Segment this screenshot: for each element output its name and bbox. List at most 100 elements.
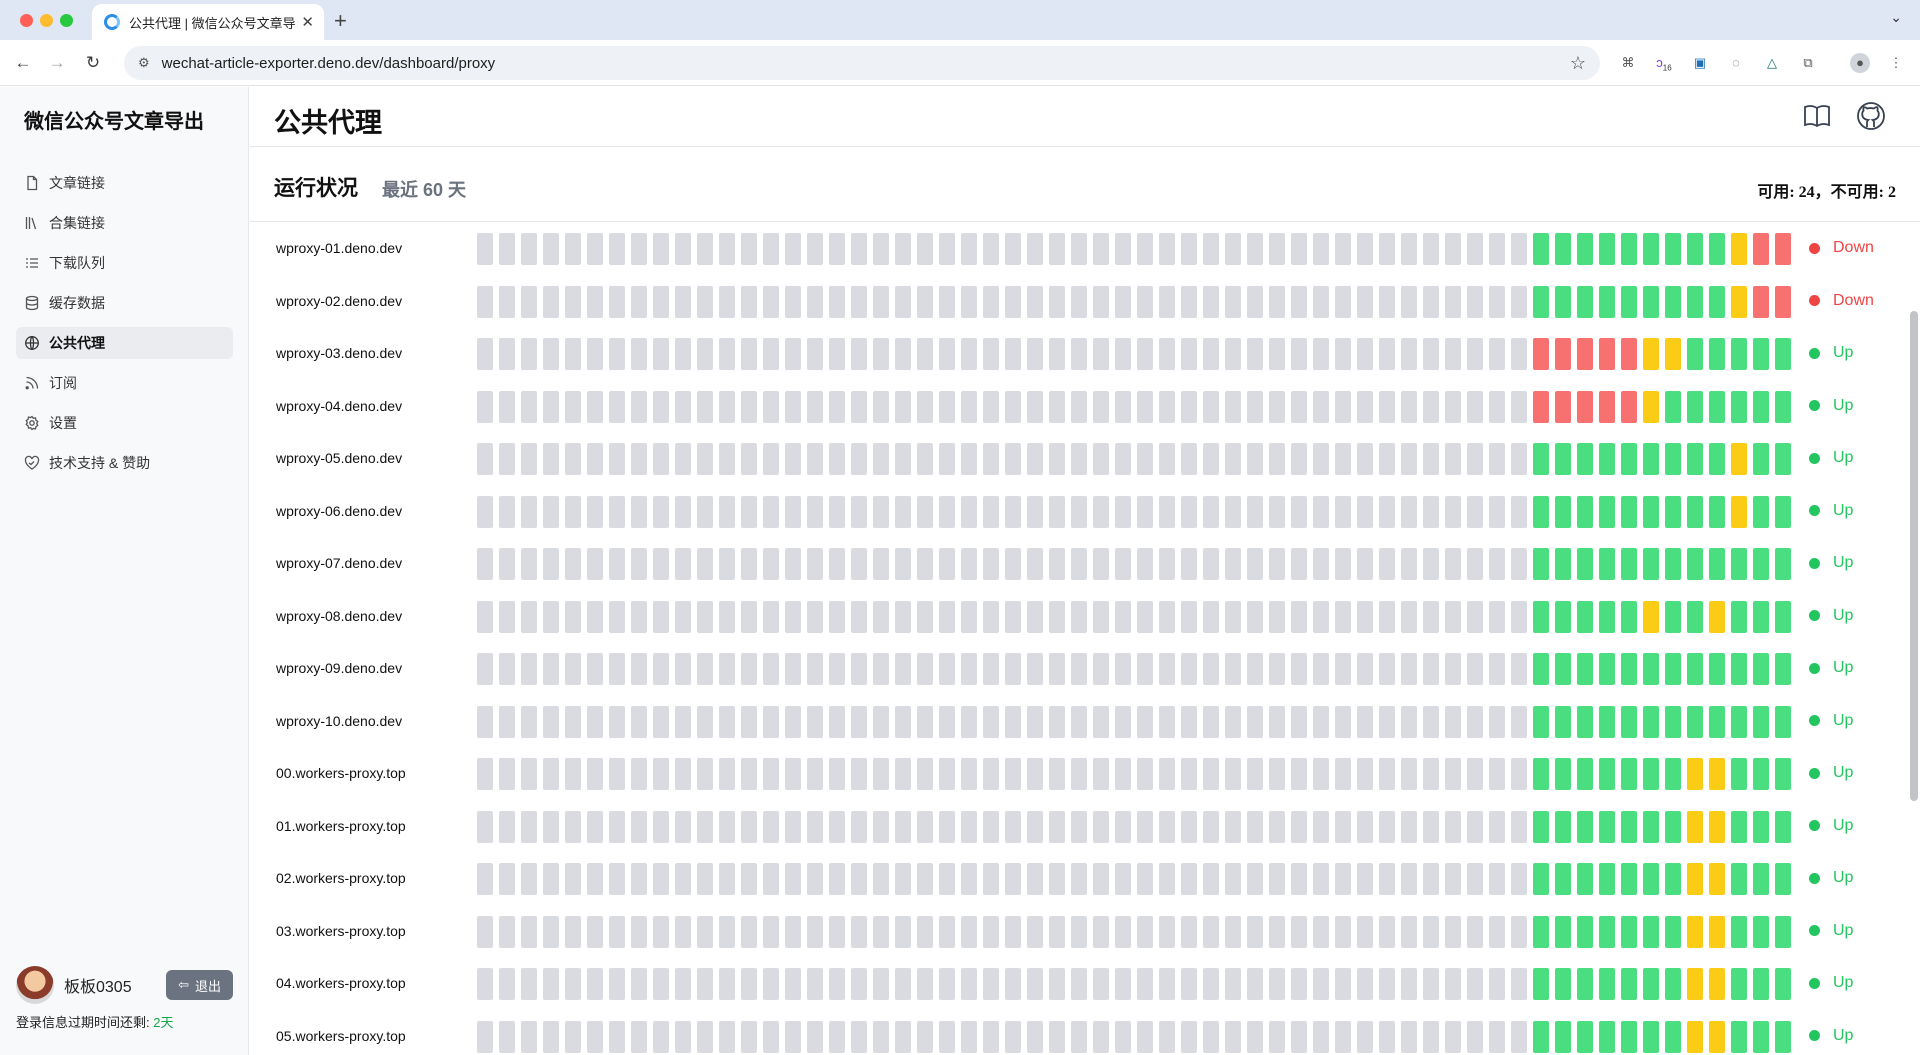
- uptime-bar[interactable]: [1599, 443, 1615, 475]
- uptime-bar[interactable]: [1203, 600, 1219, 633]
- uptime-bar[interactable]: [499, 705, 515, 738]
- uptime-bar[interactable]: [939, 1020, 955, 1053]
- uptime-bar[interactable]: [1027, 548, 1043, 580]
- uptime-bar[interactable]: [1071, 285, 1087, 318]
- uptime-bar[interactable]: [1401, 1020, 1417, 1053]
- uptime-bar[interactable]: [1709, 758, 1725, 790]
- uptime-bar[interactable]: [1203, 390, 1219, 423]
- uptime-bar[interactable]: [961, 338, 977, 370]
- uptime-bar[interactable]: [1555, 705, 1571, 738]
- uptime-bar[interactable]: [1599, 705, 1615, 738]
- uptime-bar[interactable]: [697, 758, 713, 790]
- uptime-bar[interactable]: [543, 338, 559, 370]
- uptime-bar[interactable]: [1335, 863, 1351, 895]
- uptime-bar[interactable]: [741, 233, 757, 265]
- uptime-bar[interactable]: [1709, 233, 1725, 265]
- uptime-bar[interactable]: [763, 705, 779, 738]
- uptime-bar[interactable]: [1533, 968, 1549, 1000]
- uptime-bar[interactable]: [499, 915, 515, 948]
- uptime-bar[interactable]: [1335, 600, 1351, 633]
- uptime-bar[interactable]: [917, 968, 933, 1000]
- uptime-bar[interactable]: [1775, 495, 1791, 528]
- uptime-bar[interactable]: [1445, 338, 1461, 370]
- uptime-bar[interactable]: [1467, 653, 1483, 685]
- uptime-bar[interactable]: [1753, 810, 1769, 843]
- uptime-bar[interactable]: [675, 1020, 691, 1053]
- uptime-bar[interactable]: [1775, 285, 1791, 318]
- uptime-bar[interactable]: [697, 285, 713, 318]
- uptime-bar[interactable]: [763, 390, 779, 423]
- uptime-bar[interactable]: [1423, 233, 1439, 265]
- uptime-bar[interactable]: [1401, 653, 1417, 685]
- uptime-bar[interactable]: [1137, 810, 1153, 843]
- uptime-bar[interactable]: [1401, 390, 1417, 423]
- uptime-bar[interactable]: [1511, 915, 1527, 948]
- uptime-bar[interactable]: [1467, 600, 1483, 633]
- uptime-bar[interactable]: [1005, 390, 1021, 423]
- uptime-bar[interactable]: [1071, 390, 1087, 423]
- uptime-bar[interactable]: [961, 495, 977, 528]
- uptime-bar[interactable]: [543, 1020, 559, 1053]
- uptime-bar[interactable]: [1291, 338, 1307, 370]
- uptime-bar[interactable]: [1203, 968, 1219, 1000]
- uptime-bar[interactable]: [1445, 810, 1461, 843]
- uptime-bar[interactable]: [1665, 968, 1681, 1000]
- uptime-bar[interactable]: [917, 915, 933, 948]
- uptime-bar[interactable]: [1005, 548, 1021, 580]
- uptime-bar[interactable]: [1049, 600, 1065, 633]
- uptime-bar[interactable]: [1335, 810, 1351, 843]
- uptime-bar[interactable]: [1093, 968, 1109, 1000]
- uptime-bar[interactable]: [609, 338, 625, 370]
- uptime-bar[interactable]: [1335, 705, 1351, 738]
- uptime-bar[interactable]: [1643, 968, 1659, 1000]
- uptime-bar[interactable]: [521, 653, 537, 685]
- uptime-bar[interactable]: [477, 338, 493, 370]
- uptime-bar[interactable]: [917, 338, 933, 370]
- new-tab-button[interactable]: +: [334, 8, 347, 34]
- uptime-bar[interactable]: [1247, 338, 1263, 370]
- uptime-bar[interactable]: [1093, 1020, 1109, 1053]
- uptime-bar[interactable]: [1445, 285, 1461, 318]
- uptime-bar[interactable]: [609, 233, 625, 265]
- uptime-bar[interactable]: [719, 338, 735, 370]
- uptime-bar[interactable]: [895, 863, 911, 895]
- uptime-bar[interactable]: [1291, 390, 1307, 423]
- uptime-bar[interactable]: [829, 390, 845, 423]
- uptime-bar[interactable]: [1269, 548, 1285, 580]
- uptime-bar[interactable]: [1687, 338, 1703, 370]
- uptime-bar[interactable]: [1489, 758, 1505, 790]
- uptime-bar[interactable]: [1731, 285, 1747, 318]
- uptime-bar[interactable]: [1313, 390, 1329, 423]
- uptime-bar[interactable]: [499, 548, 515, 580]
- uptime-bar[interactable]: [1269, 915, 1285, 948]
- uptime-bar[interactable]: [1577, 968, 1593, 1000]
- uptime-bar[interactable]: [565, 653, 581, 685]
- uptime-bar[interactable]: [1533, 548, 1549, 580]
- uptime-bar[interactable]: [785, 758, 801, 790]
- uptime-bar[interactable]: [939, 600, 955, 633]
- uptime-bar[interactable]: [873, 443, 889, 475]
- uptime-bar[interactable]: [1005, 968, 1021, 1000]
- uptime-bar[interactable]: [1225, 285, 1241, 318]
- uptime-bar[interactable]: [1533, 600, 1549, 633]
- uptime-bar[interactable]: [1115, 705, 1131, 738]
- uptime-bar[interactable]: [587, 548, 603, 580]
- uptime-bar[interactable]: [1687, 390, 1703, 423]
- uptime-bar[interactable]: [1577, 548, 1593, 580]
- uptime-bar[interactable]: [1511, 285, 1527, 318]
- uptime-bar[interactable]: [521, 1020, 537, 1053]
- uptime-bar[interactable]: [653, 548, 669, 580]
- uptime-bar[interactable]: [851, 338, 867, 370]
- uptime-bar[interactable]: [1577, 285, 1593, 318]
- uptime-bar[interactable]: [1467, 968, 1483, 1000]
- uptime-bar[interactable]: [807, 285, 823, 318]
- uptime-bar[interactable]: [719, 285, 735, 318]
- uptime-bar[interactable]: [1753, 915, 1769, 948]
- uptime-bar[interactable]: [1599, 968, 1615, 1000]
- uptime-bar[interactable]: [1467, 705, 1483, 738]
- uptime-bar[interactable]: [873, 863, 889, 895]
- uptime-bar[interactable]: [1379, 810, 1395, 843]
- uptime-bar[interactable]: [1137, 443, 1153, 475]
- uptime-bar[interactable]: [477, 863, 493, 895]
- uptime-bar[interactable]: [1731, 390, 1747, 423]
